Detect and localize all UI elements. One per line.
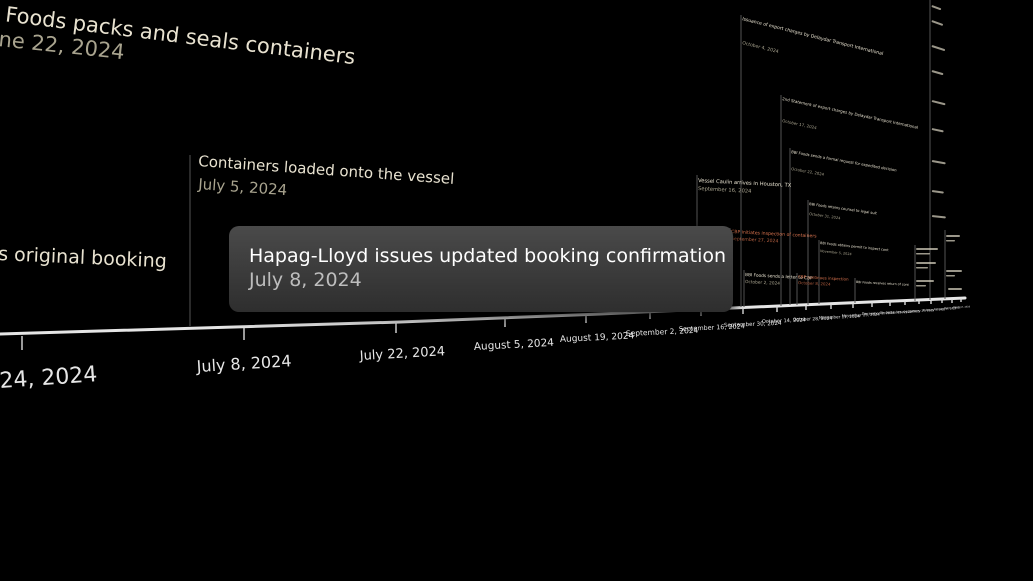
event-date: October 2, 2024 — [745, 279, 780, 287]
event-date: November 5, 2024 — [820, 249, 852, 256]
axis-label: July 22, 2024 — [358, 344, 445, 364]
tooltip-date: July 8, 2024 — [249, 269, 362, 291]
event-original-booking[interactable]: s original booking — [0, 243, 167, 272]
event-date: October 22, 2024 — [791, 166, 825, 177]
event-containers-loaded[interactable]: Containers loaded onto the vessel July 5… — [197, 152, 455, 199]
event-packs[interactable]: Bi Foods packs and seals containers ne 2… — [0, 0, 357, 69]
event-date: October 4, 2024 — [742, 40, 780, 55]
event-date: September 16, 2024 — [698, 186, 752, 195]
event-bbi-return[interactable]: BBI Foods receives return of cont — [856, 280, 910, 287]
axis-label: 24, 2024 — [0, 362, 98, 394]
event-date: October 17, 2024 — [782, 118, 818, 130]
event-date: July 5, 2024 — [197, 175, 288, 199]
tooltip-title: Hapag-Lloyd issues updated booking confi… — [249, 245, 727, 267]
far-events — [916, 5, 962, 290]
event-issuance-2[interactable]: 2nd Statement of export charges by Delay… — [782, 96, 919, 130]
event-bbi-permit[interactable]: BBI Foods obtains permit to inspect cont… — [820, 241, 889, 256]
event-title: BBI Foods receives return of cont — [856, 280, 910, 287]
axis-label: March 17, 2025 — [953, 305, 971, 309]
event-date: October 8, 2024 — [798, 280, 831, 287]
axis-label: July 8, 2024 — [195, 351, 292, 376]
event-tooltip[interactable]: Hapag-Lloyd issues updated booking confi… — [229, 226, 733, 312]
axis-label: August 5, 2024 — [474, 337, 555, 353]
event-cbp-inspection[interactable]: CBP initiates inspection of containers S… — [731, 229, 817, 244]
event-vessel-houston[interactable]: Vessel Caulin arrives in Houston, TX Sep… — [698, 178, 792, 195]
event-date: October 31, 2024 — [809, 212, 841, 220]
event-bbi-legal[interactable]: BBI Foods retains counsel to legal suit … — [809, 202, 878, 220]
event-bbi-notice[interactable]: BBI Foods sends a formal request for exp… — [791, 149, 898, 177]
event-title: s original booking — [0, 243, 167, 272]
event-date: September 27, 2024 — [731, 236, 779, 244]
axis-label: August 19, 2024 — [560, 331, 635, 345]
event-issuance-1[interactable]: Issuance of export charges by Delaydar T… — [742, 16, 884, 57]
event-cbp-continues[interactable]: CBP continues inspection October 8, 2024 — [798, 274, 849, 287]
